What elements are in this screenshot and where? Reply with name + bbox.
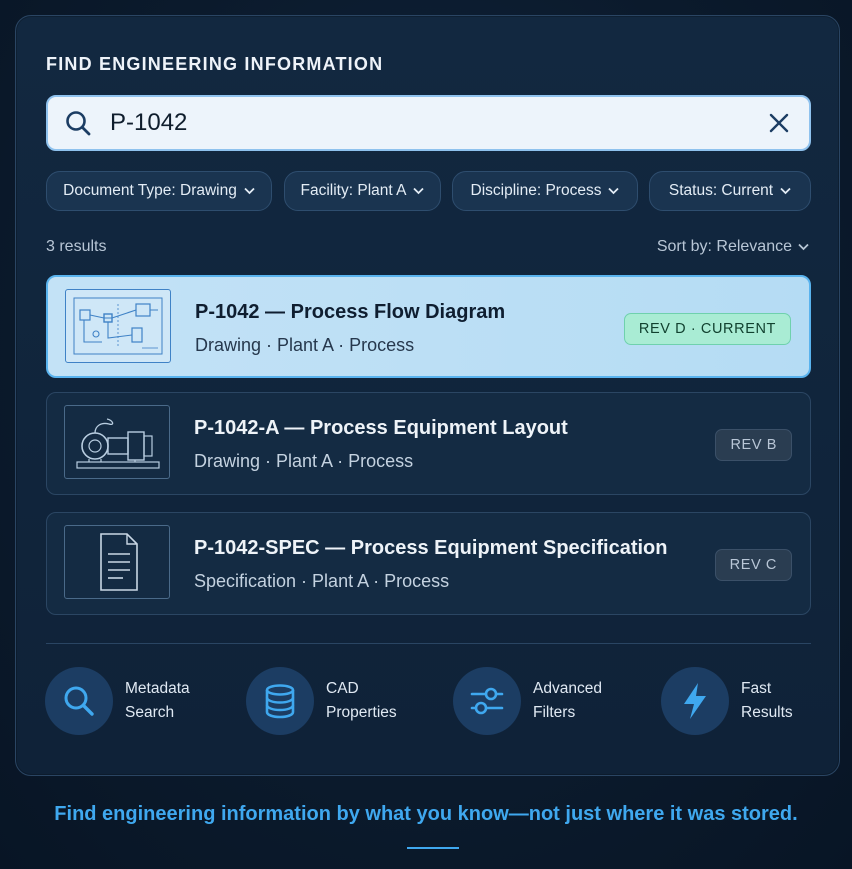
document-icon [64, 525, 170, 599]
revision-badge: REV B [715, 429, 792, 461]
result-meta: Drawing · Plant A · Process [194, 451, 414, 471]
feature-label: Advanced [533, 680, 602, 697]
tagline: Find engineering information by what you… [54, 803, 798, 825]
filter-label: Status: Current [668, 182, 774, 199]
search-icon [64, 686, 94, 716]
result-meta: Drawing · Plant A · Process [195, 335, 415, 355]
feature-advanced-filters: Advanced Filters [453, 666, 602, 736]
chevron-down-icon [413, 187, 425, 195]
search-query[interactable]: P-1042 [110, 109, 757, 137]
database-icon [265, 684, 295, 719]
filter-label: Facility: Plant A [300, 182, 407, 199]
filter-bar: Document Type: Drawing Facility: Plant A… [46, 171, 811, 211]
sort-label: Sort by: Relevance [656, 238, 792, 255]
revision-badge: REV D · CURRENT [623, 313, 791, 345]
pump-equipment-thumbnail [64, 405, 170, 479]
sort-dropdown[interactable]: Sort by: Relevance [657, 238, 809, 256]
feature-label: Results [741, 704, 793, 721]
sliders-icon [470, 687, 504, 715]
tagline-underline [407, 847, 459, 849]
divider [46, 643, 811, 644]
filter-discipline[interactable]: Discipline: Process [452, 171, 638, 211]
filter-status[interactable]: Status: Current [649, 171, 811, 211]
search-input[interactable]: P-1042 [46, 95, 811, 151]
feature-fast-results: Fast Results [661, 666, 793, 736]
chevron-down-icon [798, 243, 809, 251]
search-panel: FIND ENGINEERING INFORMATION P-1042 Docu… [15, 15, 840, 776]
filter-document-type[interactable]: Document Type: Drawing [46, 171, 272, 211]
process-flow-diagram-thumbnail [65, 289, 171, 363]
feature-label: CAD [326, 680, 359, 697]
search-icon [66, 111, 91, 136]
lightning-icon [684, 683, 706, 719]
result-item[interactable]: P-1042-A — Process Equipment Layout Draw… [46, 392, 811, 495]
feature-label: Filters [533, 704, 576, 721]
result-item[interactable]: P-1042-SPEC — Process Equipment Specific… [46, 512, 811, 615]
feature-label: Metadata [125, 680, 190, 697]
result-meta: Specification · Plant A · Process [194, 571, 450, 591]
chevron-down-icon [608, 187, 620, 195]
close-icon [769, 113, 789, 133]
filter-label: Discipline: Process [470, 182, 602, 199]
result-item[interactable]: P-1042 — Process Flow Diagram Drawing · … [46, 275, 811, 378]
revision-badge: REV C [714, 549, 792, 581]
chevron-down-icon [244, 187, 255, 195]
feature-metadata-search: Metadata Search [45, 666, 190, 736]
chevron-down-icon [780, 187, 791, 195]
feature-cad-properties: CAD Properties [246, 666, 397, 736]
result-title: P-1042-SPEC — Process Equipment Specific… [194, 537, 668, 559]
feature-label: Search [125, 704, 175, 721]
results-count: 3 results [46, 238, 107, 255]
result-title: P-1042 — Process Flow Diagram [195, 301, 506, 323]
clear-search-button[interactable] [757, 101, 801, 145]
filter-label: Document Type: Drawing [63, 182, 237, 199]
filter-facility[interactable]: Facility: Plant A [284, 171, 441, 211]
result-title: P-1042-A — Process Equipment Layout [194, 417, 568, 439]
feature-label: Properties [326, 704, 397, 721]
panel-title: FIND ENGINEERING INFORMATION [46, 54, 384, 74]
feature-label: Fast [741, 680, 772, 697]
